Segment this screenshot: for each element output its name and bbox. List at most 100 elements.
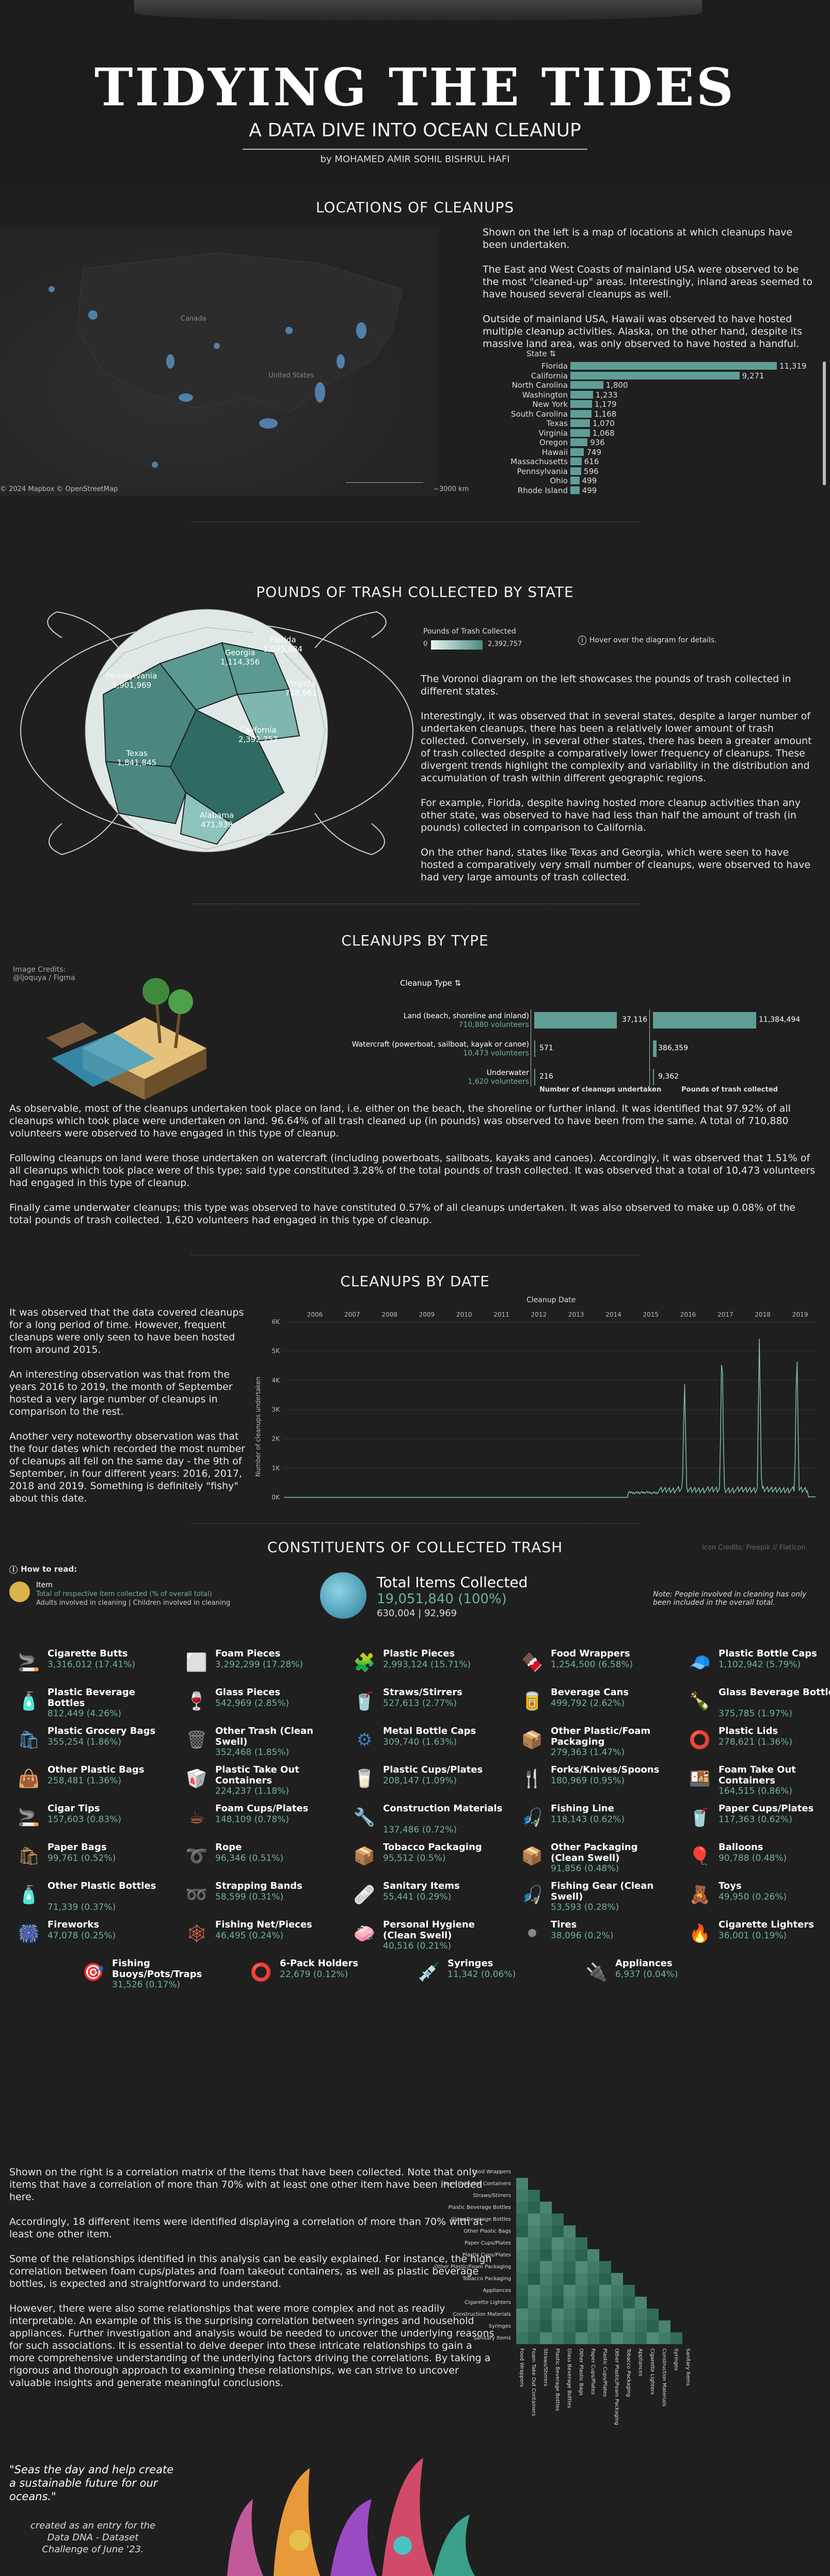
matrix-cell[interactable] — [647, 2309, 659, 2320]
matrix-cell[interactable] — [587, 2309, 599, 2320]
pounds-bar[interactable] — [653, 1040, 657, 1057]
cleanup-date-series[interactable] — [284, 1338, 816, 1498]
matrix-cell[interactable] — [635, 2320, 647, 2332]
item-card[interactable]: 🍫 Food Wrappers 1,254,500 (6.58%) — [519, 1647, 674, 1683]
matrix-cell[interactable] — [576, 2309, 587, 2320]
count-bar[interactable] — [534, 1040, 536, 1057]
item-card[interactable]: ➿ Strapping Bands 58,599 (0.31%) — [183, 1879, 338, 1916]
item-card[interactable]: 🎣 Fishing Gear (Clean Swell) 53,593 (0.28%… — [519, 1879, 674, 1916]
state-bar[interactable] — [570, 381, 603, 389]
matrix-cell[interactable] — [516, 2249, 528, 2261]
state-bar[interactable] — [570, 429, 590, 437]
matrix-cell[interactable] — [564, 2261, 576, 2273]
date-line-chart[interactable]: 0K 1K 2K 3K 4K 5K 6K 2006 2007 2008 2009 2010 2011 20… — [253, 1306, 821, 1513]
matrix-cell[interactable] — [611, 2297, 623, 2309]
state-bar[interactable] — [570, 409, 592, 418]
item-card[interactable]: ⬜ Foam Pieces 3,292,299 (17.28%) — [183, 1647, 338, 1683]
matrix-cell[interactable] — [587, 2249, 599, 2261]
matrix-cell[interactable] — [516, 2225, 528, 2237]
item-card[interactable]: ➰ Rope 96,346 (0.51%) — [183, 1841, 338, 1877]
item-card[interactable]: 🥤 Paper Cups/Plates 117,363 (0.62%) — [687, 1802, 830, 1838]
state-bar[interactable] — [570, 362, 777, 370]
matrix-cell[interactable] — [564, 2285, 576, 2297]
matrix-cell[interactable] — [540, 2225, 552, 2237]
matrix-cell[interactable] — [576, 2273, 587, 2285]
item-card[interactable]: 🔌 Appliances 6,937 (0.04%) — [583, 1957, 738, 1993]
state-bar[interactable] — [570, 467, 582, 475]
matrix-cell[interactable] — [623, 2309, 635, 2320]
pounds-bar[interactable] — [653, 1069, 654, 1085]
matrix-cell[interactable] — [516, 2273, 528, 2285]
matrix-cell[interactable] — [576, 2320, 587, 2332]
item-card[interactable]: 🚬 Cigar Tips 157,603 (0.83%) — [15, 1802, 170, 1838]
state-bar[interactable] — [570, 438, 588, 446]
matrix-cell[interactable] — [540, 2202, 552, 2214]
item-card[interactable]: 🔥 Cigarette Lighters 36,001 (0.19%) — [687, 1918, 830, 1954]
item-card[interactable]: 🧴 Plastic Beverage Bottles 812,449 (4.26%) — [15, 1686, 170, 1722]
matrix-cell[interactable] — [528, 2309, 540, 2320]
matrix-cell[interactable] — [599, 2320, 611, 2332]
item-card[interactable]: 🥛 Plastic Cups/Plates 208,147 (1.09%) — [351, 1763, 506, 1799]
matrix-cell[interactable] — [528, 2237, 540, 2249]
matrix-cell[interactable] — [552, 2297, 564, 2309]
state-list-scrollbar[interactable] — [823, 361, 826, 485]
matrix-cell[interactable] — [587, 2332, 599, 2344]
matrix-cell[interactable] — [564, 2309, 576, 2320]
count-bar[interactable] — [534, 1012, 617, 1029]
item-card[interactable]: 🧴 Other Plastic Bottles 71,339 (0.37%) — [15, 1879, 170, 1916]
item-card[interactable]: 🎣 Fishing Line 118,143 (0.62%) — [519, 1802, 674, 1838]
matrix-cell[interactable] — [528, 2320, 540, 2332]
item-card[interactable]: 🧩 Plastic Pieces 2,993,124 (15.71%) — [351, 1647, 506, 1683]
pounds-bar[interactable] — [653, 1012, 756, 1029]
sort-icon[interactable]: ⇅ — [455, 978, 461, 988]
matrix-cell[interactable] — [611, 2332, 623, 2344]
state-bar[interactable] — [570, 486, 580, 494]
matrix-cell[interactable] — [576, 2297, 587, 2309]
matrix-cell[interactable] — [540, 2214, 552, 2225]
matrix-cell[interactable] — [647, 2332, 659, 2344]
matrix-cell[interactable] — [635, 2297, 647, 2309]
matrix-cell[interactable] — [564, 2297, 576, 2309]
matrix-cell[interactable] — [516, 2285, 528, 2297]
matrix-cell[interactable] — [599, 2297, 611, 2309]
matrix-cell[interactable] — [623, 2297, 635, 2309]
matrix-cell[interactable] — [587, 2285, 599, 2297]
matrix-cell[interactable] — [576, 2332, 587, 2344]
matrix-cell[interactable] — [540, 2309, 552, 2320]
matrix-cell[interactable] — [516, 2190, 528, 2202]
item-card[interactable]: 🍾 Glass Beverage Bottles 375,785 (1.97%) — [687, 1686, 830, 1722]
matrix-cell[interactable] — [635, 2332, 647, 2344]
matrix-cell[interactable] — [647, 2320, 659, 2332]
matrix-cell[interactable] — [587, 2320, 599, 2332]
matrix-cell[interactable] — [635, 2309, 647, 2320]
item-card[interactable]: 🗑 Other Trash (Clean Swell) 352,468 (1.85%… — [183, 1725, 338, 1761]
matrix-cell[interactable] — [516, 2320, 528, 2332]
matrix-cell[interactable] — [587, 2261, 599, 2273]
matrix-cell[interactable] — [623, 2320, 635, 2332]
matrix-cell[interactable] — [552, 2285, 564, 2297]
item-card[interactable]: 📦 Tobacco Packaging 95,512 (0.5%) — [351, 1841, 506, 1877]
matrix-cell[interactable] — [516, 2297, 528, 2309]
matrix-cell[interactable] — [516, 2332, 528, 2344]
matrix-cell[interactable] — [576, 2249, 587, 2261]
matrix-cell[interactable] — [552, 2237, 564, 2249]
matrix-cell[interactable] — [540, 2285, 552, 2297]
matrix-cell[interactable] — [564, 2332, 576, 2344]
matrix-cell[interactable] — [552, 2225, 564, 2237]
matrix-cell[interactable] — [599, 2285, 611, 2297]
matrix-cell[interactable] — [528, 2202, 540, 2214]
matrix-cell[interactable] — [516, 2237, 528, 2249]
item-card[interactable]: ⚫ Tires 38,096 (0.2%) — [519, 1918, 674, 1954]
matrix-cell[interactable] — [516, 2214, 528, 2225]
state-bar[interactable] — [570, 390, 593, 399]
state-bar-title[interactable]: State ⇅ — [526, 349, 556, 358]
matrix-cell[interactable] — [599, 2273, 611, 2285]
sort-icon[interactable]: ⇅ — [550, 349, 556, 358]
matrix-cell[interactable] — [599, 2332, 611, 2344]
item-card[interactable]: 🍴 Forks/Knives/Spoons 180,969 (0.95%) — [519, 1763, 674, 1799]
matrix-cell[interactable] — [564, 2225, 576, 2237]
item-card[interactable]: ☕ Foam Cups/Plates 148,109 (0.78%) — [183, 1802, 338, 1838]
matrix-cell[interactable] — [516, 2178, 528, 2190]
matrix-cell[interactable] — [552, 2320, 564, 2332]
matrix-cell[interactable] — [540, 2237, 552, 2249]
